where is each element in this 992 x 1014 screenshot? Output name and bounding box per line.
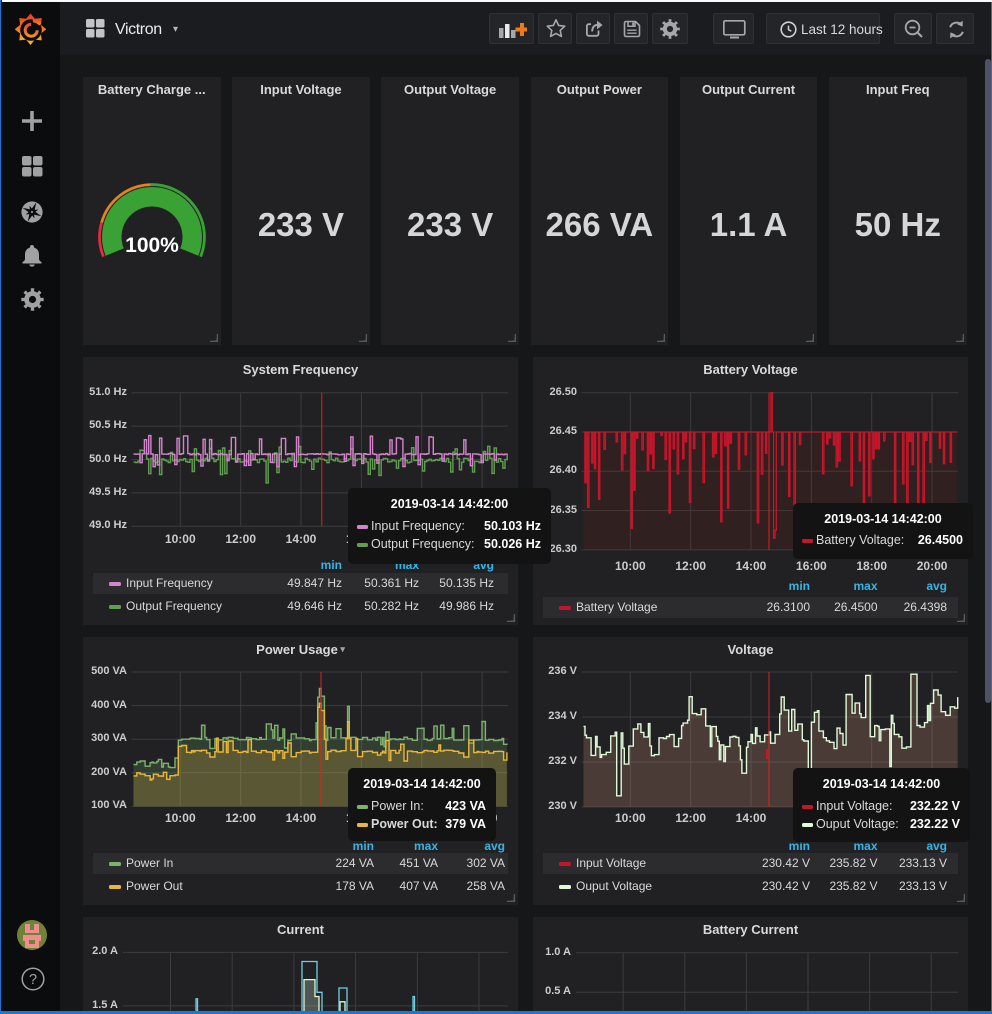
svg-text:?: ?: [29, 972, 37, 988]
